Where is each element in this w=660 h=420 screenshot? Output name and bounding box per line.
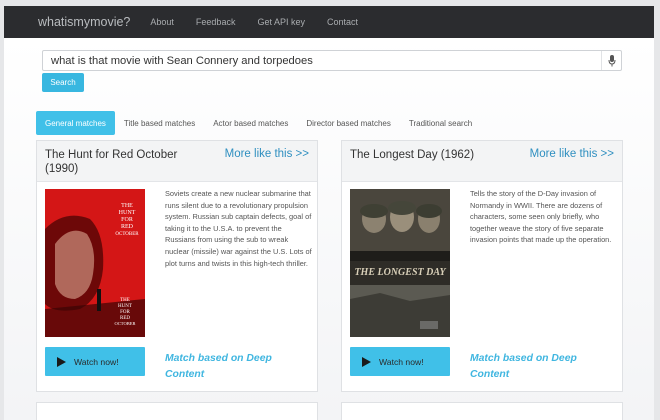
- search-input[interactable]: what is that movie with Sean Connery and…: [42, 50, 622, 71]
- watch-now-button[interactable]: Watch now!: [45, 347, 145, 376]
- result-card-partial: [36, 402, 318, 420]
- main-content: what is that movie with Sean Connery and…: [4, 38, 654, 420]
- result-card-header: The Hunt for Red October (1990) More lik…: [37, 141, 317, 182]
- more-like-this-link[interactable]: More like this >>: [225, 148, 309, 160]
- nav-link-feedback[interactable]: Feedback: [196, 17, 236, 27]
- movie-description: Tells the story of the D-Day invasion of…: [470, 189, 612, 245]
- poster-title-text: THE: [120, 298, 130, 303]
- result-card-partial: [341, 402, 623, 420]
- tab-title-matches[interactable]: Title based matches: [115, 111, 204, 135]
- microphone-icon[interactable]: [601, 51, 621, 70]
- result-card: The Hunt for Red October (1990) More lik…: [36, 140, 318, 392]
- result-card: The Longest Day (1962) More like this >>…: [341, 140, 623, 392]
- poster-title-text: OCTOBER: [115, 321, 136, 326]
- poster-title-text: HUNT: [119, 210, 136, 216]
- play-icon: [57, 356, 66, 367]
- movie-poster[interactable]: THE HUNT FOR RED OCTOBER THE HUNT FOR RE…: [45, 189, 145, 337]
- movie-description: Soviets create a new nuclear submarine t…: [165, 189, 312, 268]
- poster-title-text: FOR: [121, 217, 133, 223]
- match-type-tabs: General matches Title based matches Acto…: [36, 111, 481, 135]
- movie-title[interactable]: The Hunt for Red October (1990): [45, 148, 195, 176]
- movie-poster[interactable]: THE LONGEST DAY: [350, 189, 450, 337]
- nav-link-about[interactable]: About: [150, 17, 174, 27]
- brand-logo[interactable]: whatismymovie?: [38, 15, 130, 29]
- play-icon: [362, 356, 371, 367]
- poster-title-text: THE: [121, 203, 133, 209]
- result-card-header: The Longest Day (1962) More like this >>: [342, 141, 622, 182]
- tab-general-matches[interactable]: General matches: [36, 111, 115, 135]
- poster-title-text: THE LONGEST DAY: [354, 267, 446, 278]
- poster-title-text: FOR: [120, 310, 130, 315]
- more-like-this-link[interactable]: More like this >>: [530, 148, 614, 160]
- poster-title-text: OCTOBER: [115, 232, 139, 237]
- nav-link-contact[interactable]: Contact: [327, 17, 358, 27]
- movie-title[interactable]: The Longest Day (1962): [350, 148, 510, 162]
- watch-now-label: Watch now!: [74, 356, 119, 367]
- poster-title-text: HUNT: [118, 304, 132, 309]
- match-type-label: Match based on Deep Content: [470, 353, 577, 380]
- tab-director-matches[interactable]: Director based matches: [297, 111, 399, 135]
- match-type-label: Match based on Deep Content: [165, 353, 272, 380]
- poster-title-text: RED: [121, 224, 134, 230]
- tab-actor-matches[interactable]: Actor based matches: [204, 111, 297, 135]
- watch-now-button[interactable]: Watch now!: [350, 347, 450, 376]
- top-navbar: whatismymovie? About Feedback Get API ke…: [4, 6, 654, 38]
- search-button[interactable]: Search: [42, 73, 84, 92]
- nav-link-api-key[interactable]: Get API key: [257, 17, 305, 27]
- watch-now-label: Watch now!: [379, 356, 424, 367]
- tab-traditional-search[interactable]: Traditional search: [400, 111, 481, 135]
- search-query-text[interactable]: what is that movie with Sean Connery and…: [51, 55, 601, 67]
